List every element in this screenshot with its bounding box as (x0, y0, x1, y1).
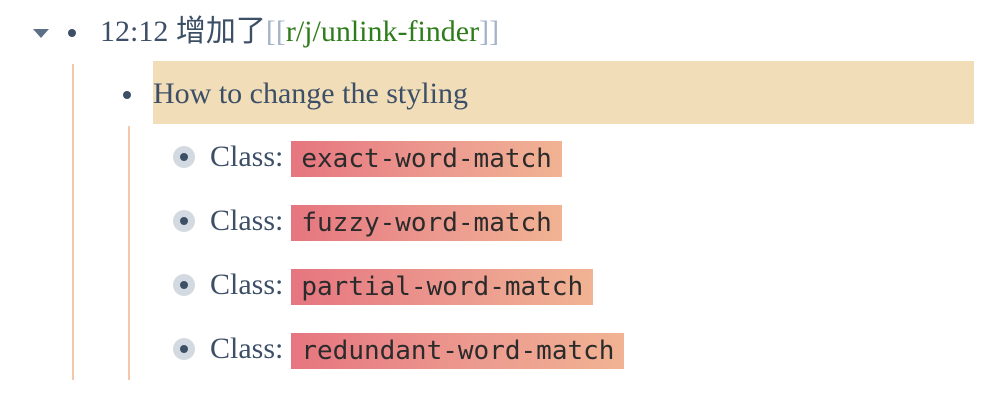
list-item: Class: fuzzy-word-match (210, 202, 562, 242)
page-link[interactable]: r/j/unlink-finder (286, 15, 479, 48)
collapsed-bullet-icon[interactable] (173, 338, 195, 360)
class-label: Class: (210, 332, 284, 365)
link-bracket-close: ]] (479, 15, 500, 48)
class-code: fuzzy-word-match (291, 205, 562, 242)
class-label: Class: (210, 204, 284, 237)
class-code: redundant-word-match (291, 333, 625, 370)
class-code: exact-word-match (291, 141, 562, 178)
class-label: Class: (210, 140, 284, 173)
block-time-text: 12:12 增加了 (100, 15, 266, 48)
collapsed-bullet-icon[interactable] (173, 210, 195, 232)
class-code: partial-word-match (291, 269, 594, 306)
list-item: Class: redundant-word-match (210, 330, 625, 370)
collapse-caret-icon[interactable] (33, 29, 49, 38)
collapsed-bullet-icon[interactable] (173, 274, 195, 296)
link-bracket-open: [[ (265, 15, 286, 48)
block-title: 12:12 增加了[[r/j/unlink-finder]] (100, 13, 499, 51)
collapsed-bullet-icon[interactable] (173, 146, 195, 168)
list-item: Class: partial-word-match (210, 266, 594, 306)
children-guide-line (72, 64, 74, 380)
grandchildren-guide-line (128, 126, 130, 380)
child-block-text: How to change the styling (153, 77, 468, 110)
bullet-icon[interactable] (123, 91, 131, 99)
class-label: Class: (210, 268, 284, 301)
bullet-icon[interactable] (68, 29, 76, 37)
list-item: Class: exact-word-match (210, 138, 562, 178)
